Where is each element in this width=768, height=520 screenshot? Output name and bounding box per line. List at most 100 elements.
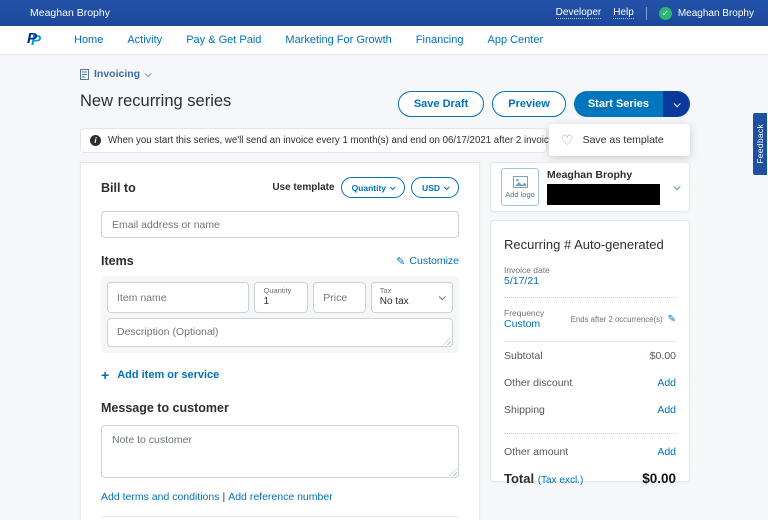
topbar-divider — [645, 6, 647, 20]
item-name-input[interactable] — [108, 283, 249, 312]
chevron-down-icon[interactable] — [673, 182, 681, 190]
page-actions: Save Draft Preview Start Series — [397, 91, 690, 117]
total-value: $0.00 — [642, 470, 676, 486]
other-amount-label: Other amount — [504, 446, 569, 458]
series-end-info: Ends after 2 occurrence(s) ✎ — [571, 314, 676, 325]
tax-excl-link[interactable]: (Tax excl.) — [538, 475, 584, 486]
customize-link[interactable]: ✎ Customize — [396, 255, 459, 268]
chevron-down-icon — [443, 183, 450, 190]
breadcrumb[interactable]: Invoicing — [80, 68, 152, 80]
user-menu[interactable]: ✓ Meaghan Brophy — [658, 6, 754, 20]
chevron-down-icon — [389, 183, 396, 190]
customize-label: Customize — [409, 255, 459, 267]
other-discount-label: Other discount — [504, 376, 573, 389]
add-reference-link[interactable]: Add reference number — [228, 491, 332, 503]
note-to-customer-input[interactable] — [101, 425, 459, 478]
nav-app-center[interactable]: App Center — [487, 34, 543, 46]
pencil-icon: ✎ — [396, 255, 406, 268]
frequency-block: Frequency Custom Ends after 2 occurrence… — [504, 308, 676, 330]
bill-to-heading: Bill to — [101, 180, 136, 195]
info-icon: i — [90, 135, 101, 146]
template-value: Quantity — [351, 182, 387, 193]
subtotal-row: Subtotal $0.00 — [504, 342, 676, 369]
topbar-business-name: Meaghan Brophy — [30, 7, 110, 19]
add-item-label: Add item or service — [117, 369, 220, 381]
help-link[interactable]: Help — [613, 7, 634, 19]
image-icon — [512, 175, 528, 188]
shipping-add-link[interactable]: Add — [657, 404, 676, 416]
item-row-panel: Quantity 1 Tax No tax — [101, 276, 459, 353]
tax-label: Tax — [379, 286, 392, 295]
nav-marketing[interactable]: Marketing For Growth — [285, 34, 391, 46]
topbar-user-name: Meaghan Brophy — [677, 7, 754, 19]
use-template-controls: Use template Quantity USD — [272, 177, 459, 198]
nav-financing[interactable]: Financing — [416, 34, 464, 46]
frequency-label: Frequency — [504, 308, 545, 318]
redacted-business-info — [547, 184, 660, 205]
other-amount-row: Other amount Add — [504, 444, 676, 466]
preview-button[interactable]: Preview — [492, 91, 566, 117]
save-as-template-menu-item[interactable]: ♡ Save as template — [549, 124, 690, 156]
items-heading: Items — [101, 254, 134, 268]
top-bar: Meaghan Brophy Developer Help ✓ Meaghan … — [0, 0, 768, 26]
add-logo-button[interactable]: Add logo — [501, 168, 539, 206]
extra-links: Add terms and conditions | Add reference n… — [101, 491, 459, 503]
banner-text: When you start this series, we'll send a… — [108, 135, 606, 146]
start-series-button[interactable]: Start Series — [573, 91, 663, 117]
series-info-banner: i When you start this series, we'll send… — [80, 128, 633, 153]
frequency-value[interactable]: Custom — [504, 318, 544, 330]
nav-activity[interactable]: Activity — [127, 34, 162, 46]
currency-value: USD — [422, 182, 440, 193]
quantity-value: 1 — [263, 296, 270, 307]
tax-select[interactable]: Tax No tax — [370, 282, 453, 313]
invoice-date-label: Invoice date — [504, 265, 550, 275]
price-input[interactable] — [314, 283, 365, 312]
add-terms-link[interactable]: Add terms and conditions — [101, 491, 219, 503]
dotted-divider — [504, 297, 676, 298]
other-discount-row: Other discount Add — [504, 369, 676, 396]
price-field — [313, 282, 366, 313]
feedback-tab[interactable]: Feedback — [753, 113, 767, 175]
add-item-button[interactable]: + Add item or service — [101, 368, 459, 382]
invoice-form-card: Bill to Use template Quantity USD Items … — [80, 162, 480, 520]
link-separator: | — [222, 491, 226, 503]
shipping-label: Shipping — [504, 403, 545, 416]
chevron-down-icon — [438, 293, 446, 301]
message-heading: Message to customer — [101, 401, 229, 415]
tax-value: No tax — [379, 296, 409, 307]
start-series-dropdown-toggle[interactable] — [663, 91, 690, 117]
nav-links: Home Activity Pay & Get Paid Marketing F… — [74, 34, 543, 46]
paypal-logo-icon[interactable]: PP — [27, 31, 44, 49]
ends-text: Ends after 2 occurrence(s) — [570, 314, 663, 324]
nav-home[interactable]: Home — [74, 34, 103, 46]
add-logo-label: Add logo — [505, 189, 535, 199]
bill-to-email-input[interactable] — [101, 211, 459, 238]
nav-pay-get-paid[interactable]: Pay & Get Paid — [186, 34, 261, 46]
plus-icon: + — [101, 367, 110, 383]
subtotal-value: $0.00 — [649, 349, 676, 362]
other-amount-add-link[interactable]: Add — [657, 446, 676, 458]
heart-icon: ♡ — [561, 132, 574, 148]
recurring-number-heading: Recurring # Auto-generated — [504, 237, 664, 252]
edit-frequency-icon[interactable]: ✎ — [668, 314, 676, 325]
paypal-invoicing-screen: Meaghan Brophy Developer Help ✓ Meaghan … — [0, 0, 768, 520]
save-draft-button[interactable]: Save Draft — [397, 91, 485, 117]
developer-link[interactable]: Developer — [555, 7, 602, 19]
subtotal-label: Subtotal — [504, 349, 543, 362]
invoice-date-value[interactable]: 5/17/21 — [504, 275, 676, 287]
invoice-doc-icon — [80, 68, 89, 80]
save-as-template-label: Save as template — [582, 134, 664, 146]
page-title: New recurring series — [80, 92, 232, 110]
verified-check-icon: ✓ — [658, 6, 672, 20]
use-template-label: Use template — [272, 182, 335, 193]
dotted-divider — [504, 433, 676, 434]
quantity-field[interactable]: Quantity 1 — [254, 282, 309, 313]
invoice-summary-card: Recurring # Auto-generated Invoice date … — [490, 220, 690, 486]
topbar-right: Developer Help ✓ Meaghan Brophy — [555, 6, 754, 20]
item-description-input[interactable] — [107, 318, 453, 347]
business-info-card: Add logo Meaghan Brophy — [490, 162, 690, 212]
main-nav: PP Home Activity Pay & Get Paid Marketin… — [0, 26, 768, 55]
currency-dropdown[interactable]: USD — [411, 177, 459, 198]
template-dropdown[interactable]: Quantity — [340, 177, 406, 198]
other-discount-add-link[interactable]: Add — [657, 377, 676, 389]
